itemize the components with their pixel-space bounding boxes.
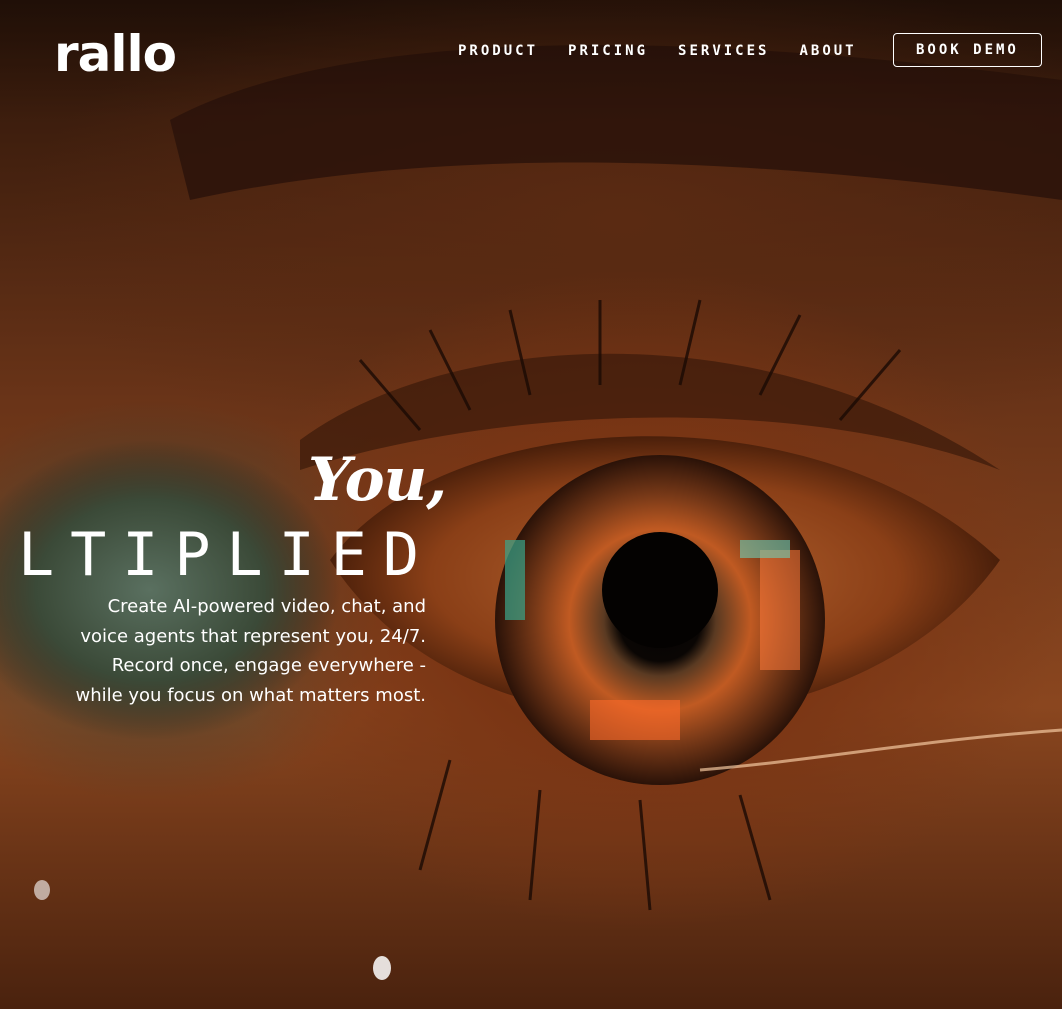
subtitle-line: voice agents that represent you, 24/7. [80,625,426,647]
hero-section: rallo PRODUCT PRICING SERVICES ABOUT BOO… [0,0,1062,1009]
headline-you: You, [308,445,447,515]
rallo-logo[interactable]: rallo [54,26,177,82]
eye-closeup-image [0,0,1062,980]
nav-about[interactable]: ABOUT [799,36,856,66]
book-demo-button[interactable]: BOOK DEMO [893,33,1042,67]
nav-services[interactable]: SERVICES [678,36,769,66]
subtitle-line: Create AI-powered video, chat, and [107,596,426,617]
main-nav: PRODUCT PRICING SERVICES ABOUT BOOK DEMO [458,33,1042,67]
subtitle-line: while you focus on what matters most. [75,684,426,706]
hero-subtitle: Create AI-powered video, chat, and voice… [40,592,426,710]
nav-product[interactable]: PRODUCT [458,36,538,66]
subtitle-line: Record once, engage everywhere - [111,655,426,676]
headline-multiplied: LTIPLIED [18,520,435,590]
nav-pricing[interactable]: PRICING [568,36,648,66]
